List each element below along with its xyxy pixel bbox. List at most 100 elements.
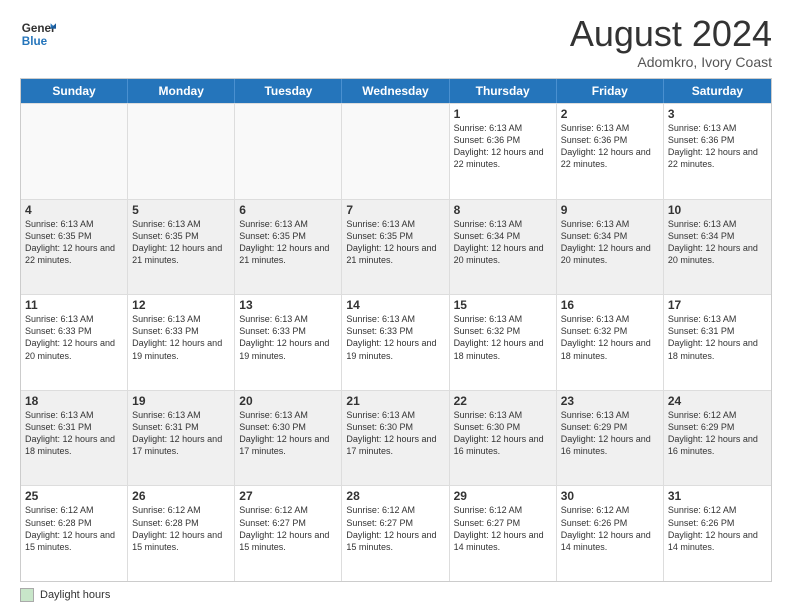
- calendar-cell: [342, 104, 449, 199]
- day-info: Sunrise: 6:12 AM Sunset: 6:27 PM Dayligh…: [239, 504, 337, 553]
- day-number: 16: [561, 298, 659, 312]
- calendar-cell: 22Sunrise: 6:13 AM Sunset: 6:30 PM Dayli…: [450, 391, 557, 486]
- calendar-cell: 2Sunrise: 6:13 AM Sunset: 6:36 PM Daylig…: [557, 104, 664, 199]
- day-info: Sunrise: 6:13 AM Sunset: 6:34 PM Dayligh…: [561, 218, 659, 267]
- calendar-cell: 26Sunrise: 6:12 AM Sunset: 6:28 PM Dayli…: [128, 486, 235, 581]
- calendar-cell: 10Sunrise: 6:13 AM Sunset: 6:34 PM Dayli…: [664, 200, 771, 295]
- day-info: Sunrise: 6:13 AM Sunset: 6:32 PM Dayligh…: [454, 313, 552, 362]
- calendar-cell: 31Sunrise: 6:12 AM Sunset: 6:26 PM Dayli…: [664, 486, 771, 581]
- day-info: Sunrise: 6:13 AM Sunset: 6:36 PM Dayligh…: [454, 122, 552, 171]
- calendar-cell: 17Sunrise: 6:13 AM Sunset: 6:31 PM Dayli…: [664, 295, 771, 390]
- day-info: Sunrise: 6:12 AM Sunset: 6:27 PM Dayligh…: [346, 504, 444, 553]
- day-info: Sunrise: 6:12 AM Sunset: 6:28 PM Dayligh…: [132, 504, 230, 553]
- day-number: 2: [561, 107, 659, 121]
- calendar-cell: 24Sunrise: 6:12 AM Sunset: 6:29 PM Dayli…: [664, 391, 771, 486]
- daylight-legend-label: Daylight hours: [40, 589, 110, 601]
- day-number: 24: [668, 394, 767, 408]
- day-info: Sunrise: 6:13 AM Sunset: 6:36 PM Dayligh…: [668, 122, 767, 171]
- day-number: 5: [132, 203, 230, 217]
- calendar-week-row: 1Sunrise: 6:13 AM Sunset: 6:36 PM Daylig…: [21, 103, 771, 199]
- footer: Daylight hours: [20, 588, 772, 602]
- logo: General Blue: [20, 16, 56, 52]
- calendar-cell: 6Sunrise: 6:13 AM Sunset: 6:35 PM Daylig…: [235, 200, 342, 295]
- day-info: Sunrise: 6:13 AM Sunset: 6:33 PM Dayligh…: [132, 313, 230, 362]
- cal-header-day: Sunday: [21, 79, 128, 103]
- month-title: August 2024: [570, 16, 772, 52]
- day-info: Sunrise: 6:13 AM Sunset: 6:34 PM Dayligh…: [668, 218, 767, 267]
- calendar-week-row: 4Sunrise: 6:13 AM Sunset: 6:35 PM Daylig…: [21, 199, 771, 295]
- header: General Blue August 2024 Adomkro, Ivory …: [20, 16, 772, 70]
- day-info: Sunrise: 6:13 AM Sunset: 6:30 PM Dayligh…: [454, 409, 552, 458]
- cal-header-day: Thursday: [450, 79, 557, 103]
- calendar-week-row: 11Sunrise: 6:13 AM Sunset: 6:33 PM Dayli…: [21, 294, 771, 390]
- calendar-header: SundayMondayTuesdayWednesdayThursdayFrid…: [21, 79, 771, 103]
- day-number: 19: [132, 394, 230, 408]
- day-info: Sunrise: 6:12 AM Sunset: 6:26 PM Dayligh…: [668, 504, 767, 553]
- calendar-cell: [21, 104, 128, 199]
- calendar-cell: 4Sunrise: 6:13 AM Sunset: 6:35 PM Daylig…: [21, 200, 128, 295]
- calendar-cell: 19Sunrise: 6:13 AM Sunset: 6:31 PM Dayli…: [128, 391, 235, 486]
- day-number: 21: [346, 394, 444, 408]
- day-number: 11: [25, 298, 123, 312]
- calendar-cell: 29Sunrise: 6:12 AM Sunset: 6:27 PM Dayli…: [450, 486, 557, 581]
- day-number: 6: [239, 203, 337, 217]
- day-info: Sunrise: 6:13 AM Sunset: 6:36 PM Dayligh…: [561, 122, 659, 171]
- day-number: 4: [25, 203, 123, 217]
- day-info: Sunrise: 6:13 AM Sunset: 6:33 PM Dayligh…: [25, 313, 123, 362]
- cal-header-day: Tuesday: [235, 79, 342, 103]
- day-number: 17: [668, 298, 767, 312]
- day-info: Sunrise: 6:13 AM Sunset: 6:31 PM Dayligh…: [25, 409, 123, 458]
- calendar-cell: 7Sunrise: 6:13 AM Sunset: 6:35 PM Daylig…: [342, 200, 449, 295]
- day-number: 13: [239, 298, 337, 312]
- day-number: 12: [132, 298, 230, 312]
- day-number: 26: [132, 489, 230, 503]
- calendar-cell: [128, 104, 235, 199]
- calendar-cell: 20Sunrise: 6:13 AM Sunset: 6:30 PM Dayli…: [235, 391, 342, 486]
- calendar-cell: 14Sunrise: 6:13 AM Sunset: 6:33 PM Dayli…: [342, 295, 449, 390]
- day-info: Sunrise: 6:13 AM Sunset: 6:32 PM Dayligh…: [561, 313, 659, 362]
- day-info: Sunrise: 6:12 AM Sunset: 6:27 PM Dayligh…: [454, 504, 552, 553]
- calendar-cell: 30Sunrise: 6:12 AM Sunset: 6:26 PM Dayli…: [557, 486, 664, 581]
- calendar-cell: [235, 104, 342, 199]
- day-number: 8: [454, 203, 552, 217]
- day-number: 23: [561, 394, 659, 408]
- day-number: 14: [346, 298, 444, 312]
- day-number: 20: [239, 394, 337, 408]
- title-area: August 2024 Adomkro, Ivory Coast: [570, 16, 772, 70]
- location: Adomkro, Ivory Coast: [570, 54, 772, 70]
- calendar-cell: 13Sunrise: 6:13 AM Sunset: 6:33 PM Dayli…: [235, 295, 342, 390]
- day-number: 22: [454, 394, 552, 408]
- cal-header-day: Saturday: [664, 79, 771, 103]
- day-info: Sunrise: 6:13 AM Sunset: 6:35 PM Dayligh…: [346, 218, 444, 267]
- day-number: 25: [25, 489, 123, 503]
- day-number: 28: [346, 489, 444, 503]
- day-info: Sunrise: 6:13 AM Sunset: 6:31 PM Dayligh…: [668, 313, 767, 362]
- calendar-cell: 28Sunrise: 6:12 AM Sunset: 6:27 PM Dayli…: [342, 486, 449, 581]
- day-number: 27: [239, 489, 337, 503]
- calendar-cell: 18Sunrise: 6:13 AM Sunset: 6:31 PM Dayli…: [21, 391, 128, 486]
- calendar-cell: 11Sunrise: 6:13 AM Sunset: 6:33 PM Dayli…: [21, 295, 128, 390]
- calendar-cell: 3Sunrise: 6:13 AM Sunset: 6:36 PM Daylig…: [664, 104, 771, 199]
- day-info: Sunrise: 6:12 AM Sunset: 6:26 PM Dayligh…: [561, 504, 659, 553]
- calendar-cell: 15Sunrise: 6:13 AM Sunset: 6:32 PM Dayli…: [450, 295, 557, 390]
- calendar-cell: 1Sunrise: 6:13 AM Sunset: 6:36 PM Daylig…: [450, 104, 557, 199]
- day-info: Sunrise: 6:13 AM Sunset: 6:31 PM Dayligh…: [132, 409, 230, 458]
- day-number: 30: [561, 489, 659, 503]
- day-number: 31: [668, 489, 767, 503]
- day-info: Sunrise: 6:13 AM Sunset: 6:35 PM Dayligh…: [132, 218, 230, 267]
- cal-header-day: Friday: [557, 79, 664, 103]
- day-info: Sunrise: 6:13 AM Sunset: 6:30 PM Dayligh…: [346, 409, 444, 458]
- day-info: Sunrise: 6:12 AM Sunset: 6:29 PM Dayligh…: [668, 409, 767, 458]
- logo-icon: General Blue: [20, 16, 56, 52]
- calendar-cell: 8Sunrise: 6:13 AM Sunset: 6:34 PM Daylig…: [450, 200, 557, 295]
- day-number: 10: [668, 203, 767, 217]
- day-info: Sunrise: 6:13 AM Sunset: 6:35 PM Dayligh…: [25, 218, 123, 267]
- calendar-cell: 25Sunrise: 6:12 AM Sunset: 6:28 PM Dayli…: [21, 486, 128, 581]
- calendar-week-row: 18Sunrise: 6:13 AM Sunset: 6:31 PM Dayli…: [21, 390, 771, 486]
- calendar-cell: 21Sunrise: 6:13 AM Sunset: 6:30 PM Dayli…: [342, 391, 449, 486]
- cal-header-day: Monday: [128, 79, 235, 103]
- calendar-cell: 9Sunrise: 6:13 AM Sunset: 6:34 PM Daylig…: [557, 200, 664, 295]
- day-info: Sunrise: 6:13 AM Sunset: 6:33 PM Dayligh…: [239, 313, 337, 362]
- calendar-cell: 16Sunrise: 6:13 AM Sunset: 6:32 PM Dayli…: [557, 295, 664, 390]
- day-number: 15: [454, 298, 552, 312]
